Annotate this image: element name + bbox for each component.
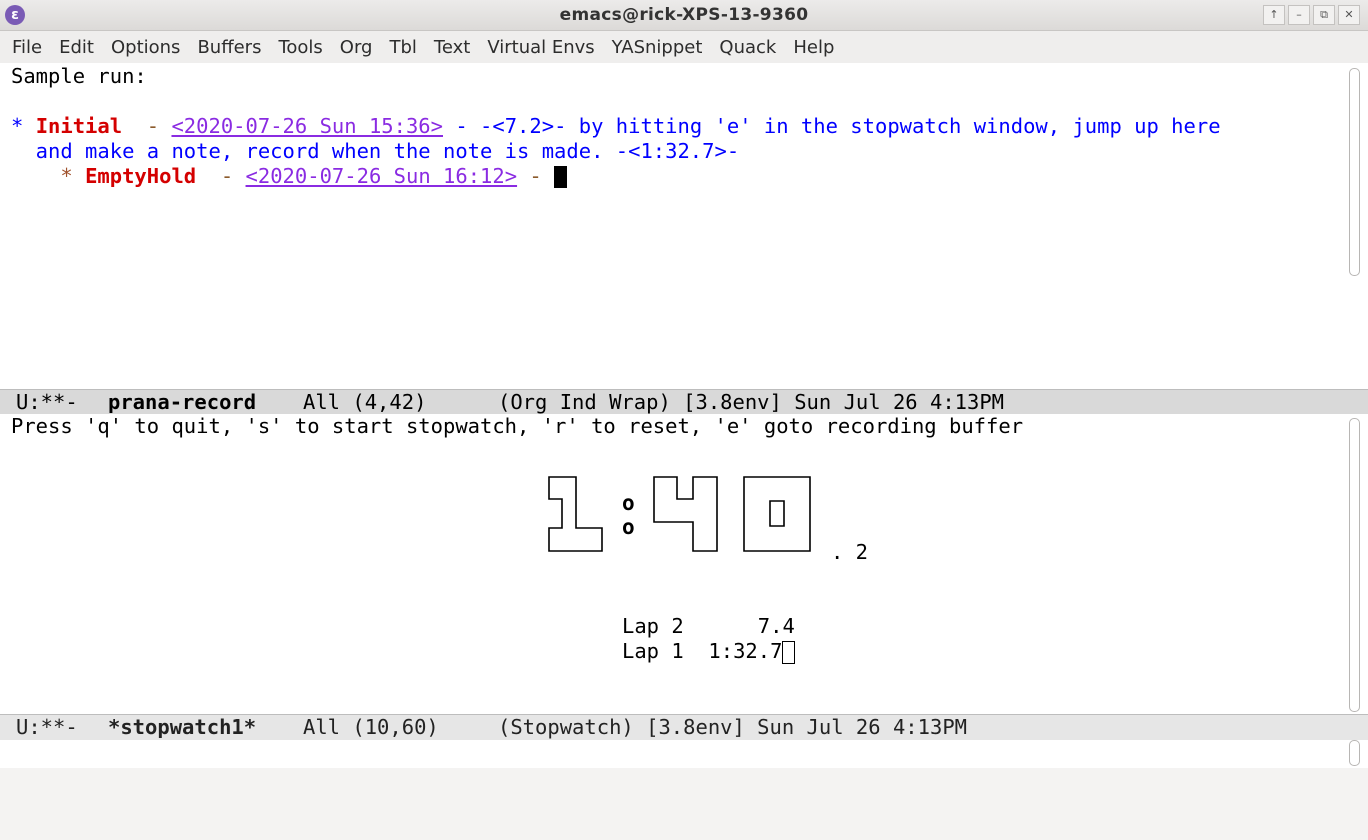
menu-help[interactable]: Help [793,37,834,58]
menu-file[interactable]: File [12,37,42,58]
buffer-status: U:**- [16,390,78,414]
scrollbar[interactable] [1349,418,1360,712]
keep-above-button[interactable]: ↑ [1263,5,1285,25]
digit-zero-outer [743,476,811,552]
timestamp-link[interactable]: <2020-07-26 Sun 15:36> [171,114,443,138]
close-button[interactable]: ✕ [1338,5,1360,25]
scrollbar[interactable] [1349,68,1360,276]
heading-star: * [11,114,36,138]
menu-bar: File Edit Options Buffers Tools Org Tbl … [0,31,1368,63]
colon-bottom: o [622,515,635,539]
heading-star: * [11,164,86,188]
colon-top: o [622,491,635,515]
minibuffer[interactable] [0,740,1368,768]
heading-title: Initial [35,114,123,138]
buffer-status: U:**- [16,715,78,739]
text-cursor [782,640,796,664]
text-line: Sample run: [11,64,147,88]
buffer-position: All (10,60) [303,715,439,739]
org-heading-emptyhold[interactable]: * EmptyHold - <2020-07-26 Sun 16:12> - [11,164,568,189]
stopwatch-display: o o [548,476,811,552]
scrollbar[interactable] [1349,740,1360,766]
window-controls: ↑ – ⧉ ✕ [1263,5,1360,25]
menu-virtual-envs[interactable]: Virtual Envs [487,37,594,58]
mode-info: (Stopwatch) [3.8env] Sun Jul 26 4:13PM [498,715,967,739]
heading-text: - -<7.2>- by hitting 'e' in the stopwatc… [443,114,1221,138]
minimize-button[interactable]: – [1288,5,1310,25]
lap-row: Lap 1 1:32.7 [622,639,796,664]
menu-tools[interactable]: Tools [278,37,322,58]
heading-separator: - [196,164,246,188]
lap-row: Lap 2 7.4 [622,614,795,639]
maximize-button[interactable]: ⧉ [1313,5,1335,25]
heading-end: - [517,164,555,188]
lap-label: Lap 2 [622,614,684,638]
record-buffer-pane[interactable]: Sample run: * Initial - <2020-07-26 Sun … [0,63,1368,389]
title-bar: ε emacs@rick-XPS-13-9360 ↑ – ⧉ ✕ [0,0,1368,31]
mode-line: U:**- *stopwatch1* All (10,60) (Stopwatc… [0,714,1368,741]
mode-line: U:**- prana-record All (4,42) (Org Ind W… [0,389,1368,416]
timestamp-link[interactable]: <2020-07-26 Sun 16:12> [246,164,518,188]
buffer-name[interactable]: prana-record [108,390,256,415]
menu-options[interactable]: Options [111,37,180,58]
org-heading-initial[interactable]: * Initial - <2020-07-26 Sun 15:36> - -<7… [11,114,1221,139]
heading-title: EmptyHold [85,164,197,188]
lap-label: Lap 1 [622,639,684,663]
buffer-name[interactable]: *stopwatch1* [108,715,256,740]
window-title: emacs@rick-XPS-13-9360 [559,5,809,25]
stopwatch-help-text: Press 'q' to quit, 's' to start stopwatc… [11,414,1024,438]
lap-time: 1:32.7 [708,639,783,663]
menu-edit[interactable]: Edit [59,37,94,58]
stopwatch-buffer-pane[interactable]: Press 'q' to quit, 's' to start stopwatc… [0,414,1368,714]
menu-org[interactable]: Org [340,37,373,58]
menu-quack[interactable]: Quack [719,37,776,58]
menu-buffers[interactable]: Buffers [197,37,261,58]
heading-continuation: and make a note, record when the note is… [11,139,740,163]
text-cursor [554,166,568,188]
display-tenths: . 2 [831,540,869,564]
digit-zero-inner [769,500,785,527]
digit-one [548,476,603,552]
digit-four [653,476,718,552]
buffer-position: All (4,42) [303,390,427,414]
mode-info: (Org Ind Wrap) [3.8env] Sun Jul 26 4:13P… [498,390,1005,414]
menu-yasnippet[interactable]: YASnippet [612,37,703,58]
menu-text[interactable]: Text [434,37,470,58]
lap-time: 7.4 [720,614,795,638]
heading-separator: - [122,114,172,138]
menu-tbl[interactable]: Tbl [389,37,416,58]
